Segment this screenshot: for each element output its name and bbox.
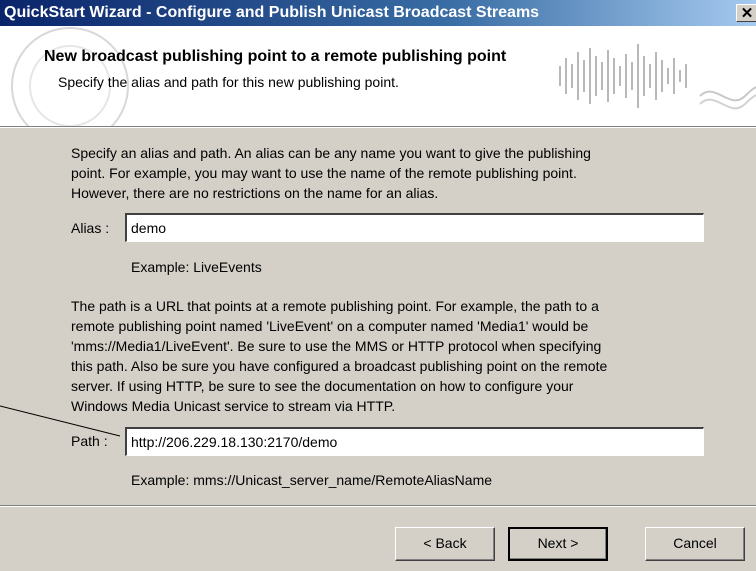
intro-line: Specify an alias and path. An alias can … [71,145,591,161]
intro-line: point. For example, you may want to use … [71,165,577,181]
next-button[interactable]: Next > [508,527,608,561]
path-help-line: The path is a URL that points at a remot… [71,298,599,314]
back-button[interactable]: < Back [395,527,495,561]
cancel-button[interactable]: Cancel [645,527,745,561]
header-title: New broadcast publishing point to a remo… [44,48,507,65]
path-input[interactable]: http://206.229.18.130:2170/demo [125,427,704,456]
path-example: Example: mms://Unicast_server_name/Remot… [131,472,493,488]
title-bar[interactable]: QuickStart Wizard - Configure and Publis… [0,0,756,26]
wizard-header: New broadcast publishing point to a remo… [0,26,756,127]
path-help-line: server. If using HTTP, be sure to see th… [71,378,574,394]
path-help-line: remote publishing point named 'LiveEvent… [71,318,589,334]
intro-text: Specify an alias and path. An alias can … [71,143,591,203]
header-subtitle: Specify the alias and path for this new … [58,74,399,90]
path-label: Path : [71,433,108,449]
footer-divider [0,505,756,507]
path-help-line: 'mms://Media1/LiveEvent'. Be sure to use… [71,338,602,354]
path-help-line: this path. Also be sure you have configu… [71,358,608,374]
window-title: QuickStart Wizard - Configure and Publis… [4,4,540,21]
intro-line: However, there are no restrictions on th… [71,185,439,201]
alias-input[interactable]: demo [125,213,704,242]
close-icon: ✕ [740,5,754,22]
alias-example: Example: LiveEvents [131,259,262,275]
wizard-window: QuickStart Wizard - Configure and Publis… [0,0,756,571]
header-divider [0,127,756,128]
path-help-line: Windows Media Unicast service to stream … [71,398,396,414]
path-help-text: The path is a URL that points at a remot… [71,296,607,416]
close-button[interactable]: ✕ [736,4,756,22]
alias-label: Alias : [71,220,110,236]
